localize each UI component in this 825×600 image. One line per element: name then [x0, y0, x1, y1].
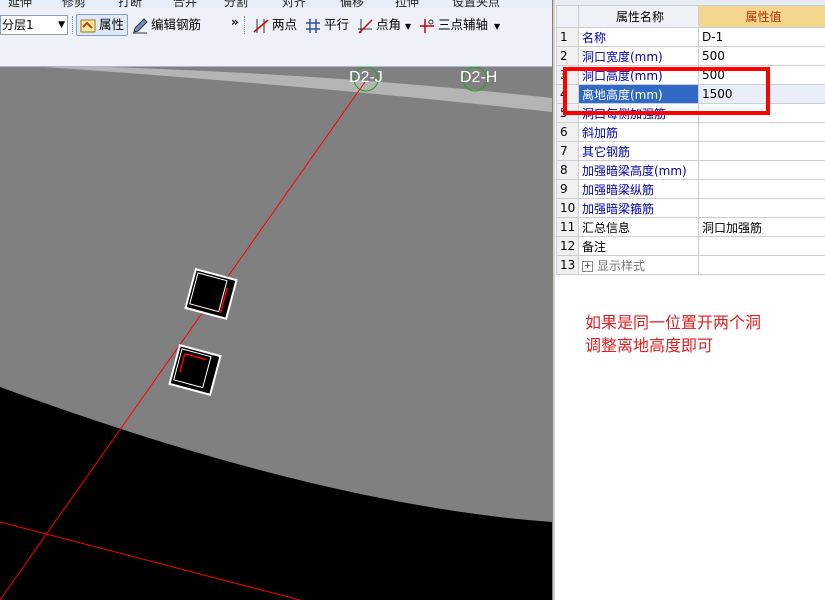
property-name: 名称: [578, 27, 699, 47]
property-name: 加强暗梁高度(mm): [578, 160, 699, 180]
row-number: 9: [556, 179, 579, 199]
two-point-axis-icon: [253, 18, 269, 33]
row-number: 1: [556, 27, 579, 47]
point-angle-label: 点角: [376, 17, 402, 32]
property-value[interactable]: [698, 236, 825, 256]
three-point-axis-icon: [420, 18, 434, 33]
edit-rebar-label: 编辑钢筋: [151, 17, 202, 32]
property-value[interactable]: D-1: [698, 27, 825, 47]
property-row-display-style[interactable]: 13 + 显示样式: [556, 255, 825, 275]
row-number: 7: [556, 141, 579, 161]
row-number: 13: [556, 255, 579, 275]
property-row-remark[interactable]: 12 备注: [556, 236, 825, 256]
three-point-axis-label: 三点辅轴: [438, 17, 489, 32]
parallel-axis-button[interactable]: 平行: [302, 14, 352, 36]
canvas-drawing: D2-J D2-H: [0, 67, 552, 600]
property-name: 斜加筋: [578, 122, 699, 142]
property-name: 汇总信息: [578, 217, 699, 237]
property-name: 其它钢筋: [578, 141, 699, 161]
axis-line: [0, 521, 301, 600]
property-value[interactable]: [698, 122, 825, 142]
point-angle-icon: [358, 18, 373, 34]
properties-label: 属性: [99, 17, 125, 32]
property-row-width[interactable]: 2 洞口宽度(mm) 500: [556, 46, 825, 66]
row-number: 12: [556, 236, 579, 256]
property-name: 备注: [578, 236, 699, 256]
point-angle-axis-button[interactable]: 点角 ▼: [354, 14, 414, 36]
row-number: 10: [556, 198, 579, 218]
three-point-axis-button[interactable]: 三点辅轴 ▼: [416, 14, 503, 36]
parallel-label: 平行: [324, 17, 350, 32]
chevron-down-icon[interactable]: ▼: [405, 22, 411, 31]
header-value: 属性值: [698, 5, 825, 28]
toolbar: 分层1 ▼ 属性 编辑钢筋 » 两点 平行 点角 ▼ 三点辅轴 ▼: [0, 8, 552, 67]
more-tools-button[interactable]: »: [231, 15, 239, 29]
properties-button[interactable]: 属性: [76, 14, 129, 36]
property-name-text: 显示样式: [597, 258, 646, 273]
property-value[interactable]: 洞口加强筋: [698, 217, 825, 237]
drawing-canvas[interactable]: D2-J D2-H: [0, 67, 552, 600]
property-row-beam-stirrup[interactable]: 10 加强暗梁箍筋: [556, 198, 825, 218]
annotation-line-1: 如果是同一位置开两个洞: [585, 313, 762, 332]
axis-label-d2j: D2-J: [349, 69, 383, 86]
property-row-name[interactable]: 1 名称 D-1: [556, 27, 825, 47]
property-table: 属性名称 属性值 1 名称 D-1 2 洞口宽度(mm) 500 3 洞口高度(…: [556, 5, 825, 275]
property-value[interactable]: [698, 179, 825, 199]
property-row-other-rebar[interactable]: 7 其它钢筋: [556, 141, 825, 161]
property-row-beam-height[interactable]: 8 加强暗梁高度(mm): [556, 160, 825, 180]
property-value[interactable]: [698, 141, 825, 161]
wall-band: [0, 67, 552, 522]
header-name: 属性名称: [578, 5, 699, 28]
pencil-icon: [133, 17, 148, 33]
row-number: 11: [556, 217, 579, 237]
edit-rebar-button[interactable]: 编辑钢筋: [129, 14, 204, 36]
annotation-line-2: 调整离地高度即可: [585, 336, 714, 355]
property-name: 洞口宽度(mm): [578, 46, 699, 66]
floor-select[interactable]: 分层1 ▼: [0, 15, 68, 35]
property-table-header: 属性名称 属性值: [556, 5, 825, 28]
toolbar-row: 分层1 ▼ 属性 编辑钢筋 » 两点 平行 点角 ▼ 三点辅轴 ▼: [0, 13, 552, 39]
property-value[interactable]: [698, 198, 825, 218]
parallel-axis-icon: [306, 18, 320, 33]
chevron-down-icon[interactable]: ▼: [494, 22, 500, 31]
row-number: 2: [556, 46, 579, 66]
toolbar-separator: [72, 16, 75, 34]
chevron-down-icon: ▼: [58, 20, 65, 30]
two-point-label: 两点: [272, 17, 298, 32]
expand-icon[interactable]: +: [582, 260, 593, 272]
property-name: + 显示样式: [578, 255, 699, 275]
annotation-text: 如果是同一位置开两个洞 调整离地高度即可: [585, 311, 820, 357]
row-number: 8: [556, 160, 579, 180]
property-name: 加强暗梁箍筋: [578, 198, 699, 218]
property-value[interactable]: [698, 160, 825, 180]
toolbar-separator: [244, 16, 247, 34]
header-num: [556, 5, 579, 28]
row-number: 6: [556, 122, 579, 142]
floor-select-value: 分层1: [2, 18, 34, 32]
two-point-axis-button[interactable]: 两点: [250, 14, 300, 36]
properties-icon: [80, 19, 96, 32]
property-value[interactable]: 500: [698, 46, 825, 66]
property-row-summary[interactable]: 11 汇总信息 洞口加强筋: [556, 217, 825, 237]
axis-label-d2h: D2-H: [460, 69, 497, 86]
property-row-diagonal-rebar[interactable]: 6 斜加筋: [556, 122, 825, 142]
property-value[interactable]: [698, 255, 825, 275]
property-row-beam-longitudinal[interactable]: 9 加强暗梁纵筋: [556, 179, 825, 199]
property-name: 加强暗梁纵筋: [578, 179, 699, 199]
highlight-box: [563, 67, 770, 115]
